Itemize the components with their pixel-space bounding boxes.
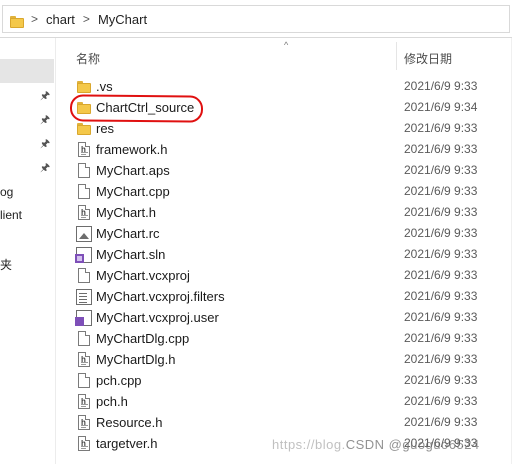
list-item[interactable]: h Resource.h 2021/6/9 9:33 — [56, 412, 512, 433]
file-date: 2021/6/9 9:33 — [404, 247, 478, 261]
resource-file-icon — [76, 226, 92, 242]
column-header-date-modified[interactable]: 修改日期 — [404, 50, 452, 67]
breadcrumb-item-chart[interactable]: chart — [46, 12, 75, 27]
file-date: 2021/6/9 9:33 — [404, 79, 478, 93]
list-item[interactable]: .vs 2021/6/9 9:33 — [56, 76, 512, 97]
breadcrumb-item-mychart[interactable]: MyChart — [98, 12, 147, 27]
list-item[interactable]: MyChartDlg.cpp 2021/6/9 9:33 — [56, 328, 512, 349]
list-item[interactable]: h framework.h 2021/6/9 9:33 — [56, 139, 512, 160]
pin-icon[interactable]: 🖈 — [40, 138, 50, 150]
file-name: res — [96, 121, 115, 136]
highlight-annotation — [69, 94, 204, 123]
nav-item-label[interactable]: og — [0, 185, 13, 199]
watermark-site: https://blog. — [272, 437, 346, 452]
file-name: MyChart.h — [96, 205, 156, 220]
list-item[interactable]: MyChart.rc 2021/6/9 9:33 — [56, 223, 512, 244]
file-date: 2021/6/9 9:33 — [404, 142, 478, 156]
solution-file-icon — [75, 247, 92, 263]
watermark: https://blog.CSDN @guoguo6524 — [272, 437, 480, 452]
file-name: MyChart.aps — [96, 163, 170, 178]
list-item[interactable]: MyChart.aps 2021/6/9 9:33 — [56, 160, 512, 181]
list-item[interactable]: MyChart.cpp 2021/6/9 9:33 — [56, 181, 512, 202]
pin-icon[interactable]: 🖈 — [40, 162, 50, 174]
header-file-icon: h — [78, 436, 90, 451]
file-name: MyChart.vcxproj.user — [96, 310, 219, 325]
address-bar: > chart > MyChart — [0, 0, 512, 38]
header-file-icon: h — [78, 205, 90, 220]
file-date: 2021/6/9 9:33 — [404, 289, 478, 303]
file-date: 2021/6/9 9:33 — [404, 184, 478, 198]
file-name: MyChart.vcxproj — [96, 268, 190, 283]
project-file-icon — [78, 268, 90, 283]
list-item[interactable]: MyChart.sln 2021/6/9 9:33 — [56, 244, 512, 265]
file-date: 2021/6/9 9:33 — [404, 310, 478, 324]
user-file-icon — [75, 310, 92, 326]
filters-file-icon — [76, 289, 92, 305]
file-name: targetver.h — [96, 436, 158, 451]
column-divider[interactable] — [396, 42, 397, 70]
file-name: pch.cpp — [96, 373, 142, 388]
file-name: MyChart.vcxproj.filters — [96, 289, 225, 304]
folder-icon — [76, 79, 92, 95]
file-name: MyChart.sln — [96, 247, 166, 262]
file-name: MyChartDlg.h — [96, 352, 176, 367]
file-name: Resource.h — [96, 415, 163, 430]
list-item[interactable]: h pch.h 2021/6/9 9:33 — [56, 391, 512, 412]
list-item[interactable]: MyChart.vcxproj 2021/6/9 9:33 — [56, 265, 512, 286]
file-name: framework.h — [96, 142, 168, 157]
file-date: 2021/6/9 9:33 — [404, 205, 478, 219]
nav-item-label[interactable]: lient — [0, 208, 22, 222]
file-icon — [78, 331, 90, 346]
nav-item-selected[interactable] — [0, 59, 54, 83]
file-date: 2021/6/9 9:33 — [404, 415, 478, 429]
file-icon — [78, 373, 90, 388]
file-date: 2021/6/9 9:33 — [404, 373, 478, 387]
breadcrumb-separator: > — [31, 12, 39, 26]
file-date: 2021/6/9 9:33 — [404, 352, 478, 366]
file-date: 2021/6/9 9:33 — [404, 268, 478, 282]
column-header-name[interactable]: 名称 — [76, 50, 100, 67]
list-item[interactable]: pch.cpp 2021/6/9 9:33 — [56, 370, 512, 391]
breadcrumb[interactable]: > chart > MyChart — [2, 5, 510, 33]
column-header-bar: ^ 名称 修改日期 — [56, 38, 512, 71]
list-item[interactable]: MyChart.vcxproj.filters 2021/6/9 9:33 — [56, 286, 512, 307]
header-file-icon: h — [78, 415, 90, 430]
sort-ascending-icon: ^ — [284, 40, 289, 50]
folder-icon — [9, 14, 24, 28]
list-item[interactable]: h MyChartDlg.h 2021/6/9 9:33 — [56, 349, 512, 370]
folder-icon — [76, 121, 92, 137]
file-icon — [78, 184, 90, 199]
file-name: .vs — [96, 79, 113, 94]
nav-item-label[interactable]: 夹 — [0, 256, 12, 273]
file-name: MyChart.cpp — [96, 184, 170, 199]
file-date: 2021/6/9 9:33 — [404, 121, 478, 135]
header-file-icon: h — [78, 394, 90, 409]
file-name: pch.h — [96, 394, 128, 409]
file-name: MyChart.rc — [96, 226, 160, 241]
navigation-pane[interactable]: 🖈 🖈 🖈 🖈 og lient 夹 — [0, 38, 56, 464]
file-date: 2021/6/9 9:33 — [404, 394, 478, 408]
header-file-icon: h — [78, 352, 90, 367]
list-item[interactable]: MyChart.vcxproj.user 2021/6/9 9:33 — [56, 307, 512, 328]
header-file-icon: h — [78, 142, 90, 157]
file-date: 2021/6/9 9:34 — [404, 100, 478, 114]
file-date: 2021/6/9 9:33 — [404, 163, 478, 177]
list-item[interactable]: h MyChart.h 2021/6/9 9:33 — [56, 202, 512, 223]
file-date: 2021/6/9 9:33 — [404, 226, 478, 240]
breadcrumb-separator: > — [82, 12, 90, 26]
file-icon — [78, 163, 90, 178]
file-date: 2021/6/9 9:33 — [404, 331, 478, 345]
watermark-brand: CSDN @guoguo6524 — [345, 437, 480, 452]
pin-icon[interactable]: 🖈 — [40, 114, 50, 126]
pin-icon[interactable]: 🖈 — [40, 90, 50, 102]
file-name: MyChartDlg.cpp — [96, 331, 190, 346]
